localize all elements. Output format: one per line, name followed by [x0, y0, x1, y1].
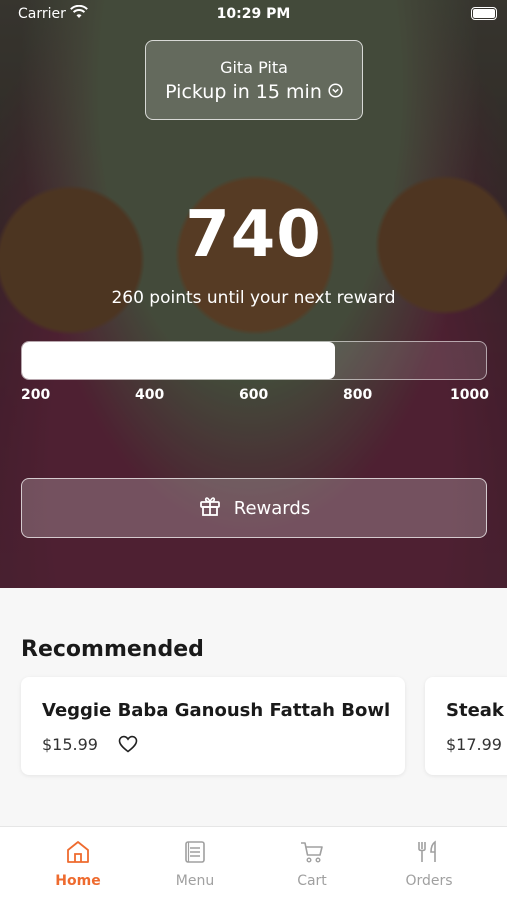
status-bar: Carrier 10:29 PM — [0, 0, 507, 28]
store-name: Gita Pita — [220, 58, 288, 77]
rewards-button-label: Rewards — [233, 497, 311, 519]
location-selector[interactable]: Gita Pita Pickup in 15 min — [145, 40, 363, 120]
tick-label: 200 — [21, 387, 51, 403]
points-progress-fill — [22, 342, 336, 379]
product-name: Steak S — [446, 700, 507, 721]
tab-menu-label: Menu — [175, 873, 215, 889]
chevron-down-icon — [328, 81, 343, 103]
tab-cart[interactable]: Cart — [262, 839, 362, 889]
product-price: $15.99 — [42, 735, 98, 754]
tick-label: 1000 — [450, 387, 489, 403]
points-total: 740 — [185, 198, 322, 272]
points-progress-bar — [21, 341, 487, 380]
product-name: Veggie Baba Ganoush Fattah Bowl — [42, 700, 391, 721]
home-icon — [65, 841, 91, 869]
tick-label: 800 — [343, 387, 373, 403]
product-card[interactable]: Veggie Baba Ganoush Fattah Bowl $15.99 — [21, 677, 405, 775]
tab-home-label: Home — [55, 873, 101, 889]
tick-label: 600 — [239, 387, 269, 403]
clock: 10:29 PM — [216, 6, 291, 22]
orders-icon — [416, 840, 442, 869]
gift-icon — [198, 494, 222, 523]
progress-ticks: 200 400 600 800 1000 — [21, 387, 489, 407]
tab-orders-label: Orders — [405, 873, 453, 889]
tab-menu[interactable]: Menu — [145, 839, 245, 889]
tab-bar: Home Menu Cart Orders — [0, 826, 507, 900]
product-price: $17.99 — [446, 735, 502, 754]
battery-icon — [471, 7, 497, 20]
pickup-time: Pickup in 15 min — [165, 81, 322, 103]
hero-banner: Carrier 10:29 PM Gita Pita Pickup in 15 … — [0, 0, 507, 588]
heart-icon[interactable] — [118, 735, 138, 757]
tab-orders[interactable]: Orders — [379, 839, 479, 889]
tab-cart-label: Cart — [297, 873, 327, 889]
product-card[interactable]: Steak S $17.99 — [425, 677, 507, 775]
points-until-reward: 260 points until your next reward — [111, 288, 396, 308]
cart-icon — [299, 842, 325, 869]
tab-home[interactable]: Home — [28, 839, 128, 889]
rewards-button[interactable]: Rewards — [21, 478, 487, 538]
menu-icon — [182, 841, 208, 869]
recommended-heading: Recommended — [21, 637, 204, 662]
tick-label: 400 — [135, 387, 165, 403]
